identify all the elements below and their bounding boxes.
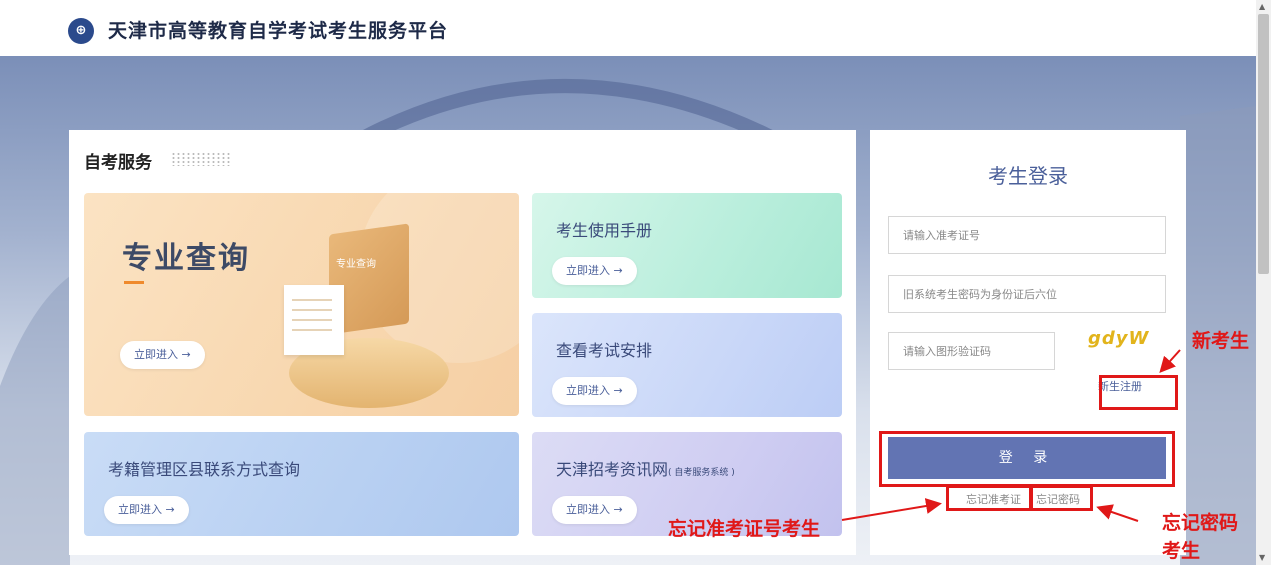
forget-id-annotation: 忘记准考证号考生 — [668, 518, 821, 540]
forget-password-annotation-line2: 考生 — [1162, 540, 1201, 562]
scroll-up-icon[interactable]: ▲ — [1259, 2, 1265, 11]
new-student-annotation: 新考生 — [1192, 330, 1250, 352]
annotation-arrows — [841, 349, 1181, 522]
forget-password-annotation-line1: 忘记密码 — [1162, 512, 1239, 534]
scroll-down-icon[interactable]: ▼ — [1259, 553, 1265, 562]
scrollbar-thumb[interactable] — [1258, 14, 1269, 274]
